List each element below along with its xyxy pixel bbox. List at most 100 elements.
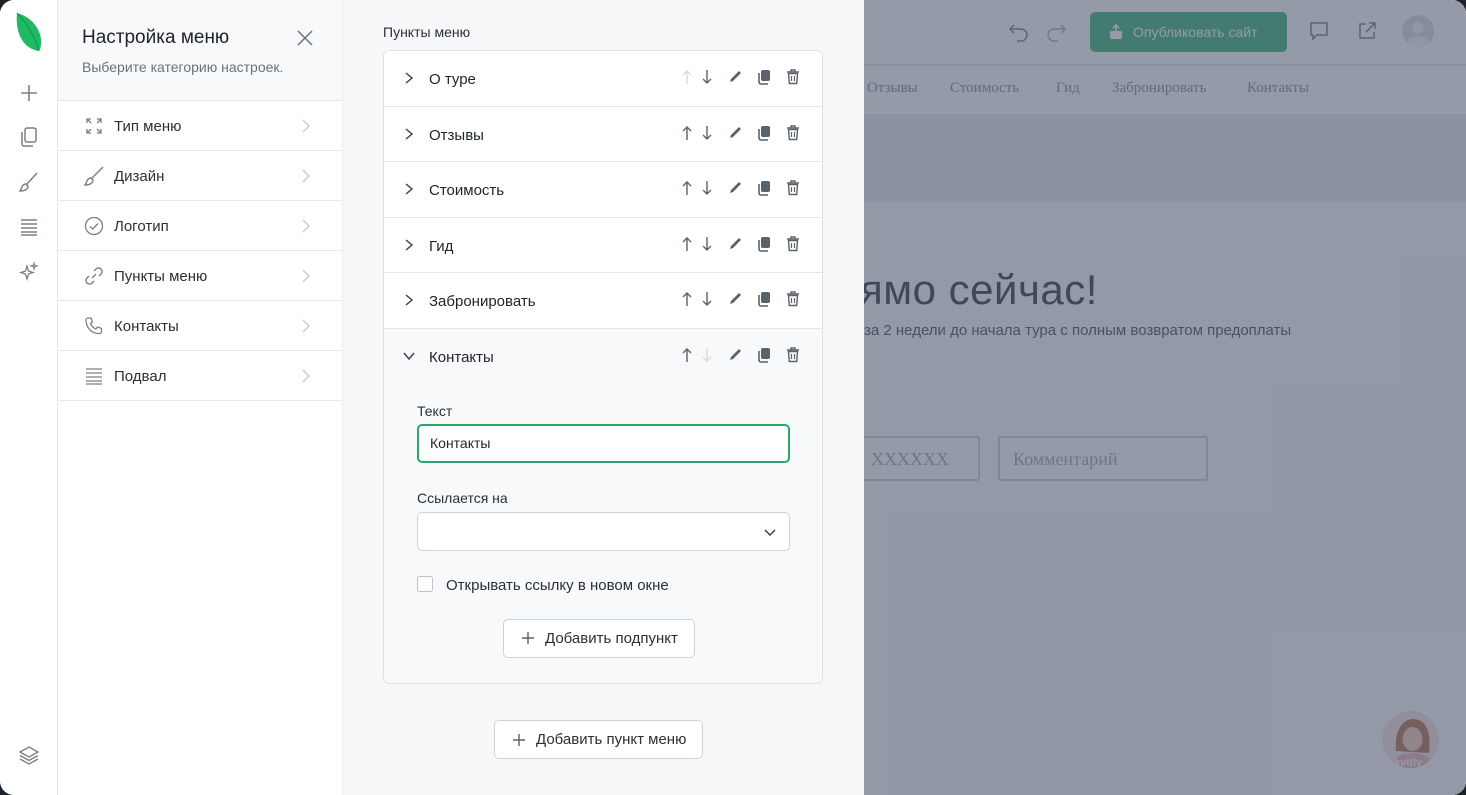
chevron-right-icon [302, 119, 310, 133]
category-menu-items[interactable]: Пункты меню [58, 251, 342, 301]
chevron-right-icon [302, 169, 310, 183]
category-label: Подвал [114, 368, 167, 385]
arrow-down-icon[interactable] [699, 178, 715, 198]
category-contacts[interactable]: Контакты [58, 301, 342, 351]
chevron-right-icon [302, 269, 310, 283]
arrow-up-icon[interactable] [679, 178, 695, 198]
pencil-icon[interactable] [727, 178, 743, 198]
arrow-down-icon[interactable] [699, 67, 715, 87]
duplicate-icon[interactable] [756, 123, 772, 143]
chevron-right-icon[interactable] [403, 182, 415, 196]
menu-item-label: Контакты [429, 348, 494, 366]
menu-item[interactable]: Стоимость [384, 162, 822, 218]
panel-title: Настройка меню [82, 27, 230, 48]
site-nav-item[interactable]: Гид [1056, 80, 1080, 97]
arrow-down-icon[interactable] [699, 234, 715, 254]
editor-topbar: Опубликовать сайт [864, 0, 1466, 65]
chevron-right-icon[interactable] [403, 293, 415, 307]
plus-icon[interactable] [16, 80, 42, 106]
site-paragraph: за 2 недели до начала тура с полным возв… [864, 322, 1292, 339]
category-menu-type[interactable]: Тип меню [58, 101, 342, 151]
new-window-checkbox[interactable] [417, 575, 433, 592]
layers-icon[interactable] [16, 742, 42, 768]
comment-icon[interactable] [1308, 20, 1330, 42]
category-logo[interactable]: Логотип [58, 201, 342, 251]
pages-icon[interactable] [16, 124, 42, 150]
publish-icon [1110, 24, 1122, 39]
add-menu-item-label: Добавить пункт меню [536, 731, 687, 748]
phone-input[interactable]: XXXXXX [864, 436, 980, 481]
leaf-logo[interactable] [15, 11, 43, 53]
duplicate-icon[interactable] [756, 345, 772, 365]
arrow-up-icon[interactable] [679, 234, 695, 254]
menu-item[interactable]: О туре [384, 51, 822, 107]
menu-item-expanded: Контакты Текст Ссылается на Открывать сс… [384, 328, 822, 683]
pencil-icon[interactable] [727, 234, 743, 254]
menu-item[interactable]: Забронировать [384, 273, 822, 329]
panel-subtitle: Выберите категорию настроек. [82, 59, 284, 75]
site-nav: Отзывы Стоимость Гид Забронировать Конта… [864, 66, 1466, 114]
category-label: Пункты меню [114, 268, 208, 285]
comment-input[interactable]: Комментарий [998, 436, 1208, 481]
duplicate-icon[interactable] [756, 178, 772, 198]
arrow-down-icon[interactable] [699, 289, 715, 309]
menu-item-text-input[interactable] [417, 423, 790, 463]
redo-icon[interactable] [1045, 20, 1067, 42]
menu-item[interactable]: Отзывы [384, 106, 822, 162]
menu-item-label: Забронировать [429, 293, 536, 310]
trash-icon[interactable] [785, 234, 801, 254]
chevron-right-icon [302, 219, 310, 233]
close-icon[interactable] [295, 28, 315, 48]
add-subitem-button[interactable]: Добавить подпункт [503, 618, 695, 658]
expand-icon [83, 115, 105, 137]
chevron-right-icon[interactable] [403, 127, 415, 141]
external-link-icon[interactable] [1356, 20, 1378, 42]
editor-title: Пункты меню [383, 24, 471, 40]
sections-icon[interactable] [16, 214, 42, 240]
trash-icon[interactable] [785, 67, 801, 87]
trash-icon[interactable] [785, 178, 801, 198]
menu-items-list: О туре Отзывы Стоимость Гид Забронироват… [383, 50, 823, 684]
site-nav-item[interactable]: Отзывы [867, 80, 918, 97]
pencil-icon[interactable] [727, 67, 743, 87]
check-circle-icon [83, 215, 105, 237]
category-footer[interactable]: Подвал [58, 351, 342, 401]
site-heading: ямо сейчас! [864, 266, 1098, 313]
user-avatar[interactable] [1402, 15, 1434, 47]
publish-site-button[interactable]: Опубликовать сайт [1090, 12, 1287, 52]
trash-icon[interactable] [785, 345, 801, 365]
sparkle-icon[interactable] [16, 259, 42, 285]
trash-icon[interactable] [785, 123, 801, 143]
brush-icon [83, 165, 105, 187]
trash-icon[interactable] [785, 289, 801, 309]
brush-icon[interactable] [16, 169, 42, 195]
menu-item[interactable]: Гид [384, 217, 822, 273]
site-nav-item[interactable]: Стоимость [950, 80, 1019, 97]
chevron-right-icon [302, 369, 310, 383]
undo-icon[interactable] [1008, 20, 1030, 42]
category-label: Контакты [114, 318, 179, 335]
pencil-icon[interactable] [727, 123, 743, 143]
link-target-select[interactable] [417, 511, 790, 551]
category-label: Дизайн [114, 168, 165, 185]
link-field-label: Ссылается на [417, 489, 508, 506]
chevron-down-icon[interactable] [403, 349, 415, 363]
duplicate-icon[interactable] [756, 67, 772, 87]
pencil-icon[interactable] [727, 345, 743, 365]
arrow-up-icon[interactable] [679, 289, 695, 309]
support-chat-avatar[interactable]: kvitly [1380, 709, 1441, 770]
category-label: Логотип [114, 218, 169, 235]
chevron-right-icon[interactable] [403, 71, 415, 85]
site-body: ямо сейчас! за 2 недели до начала тура с… [864, 201, 1466, 795]
site-nav-item[interactable]: Контакты [1247, 80, 1309, 97]
arrow-up-icon[interactable] [679, 345, 695, 365]
pencil-icon[interactable] [727, 289, 743, 309]
duplicate-icon[interactable] [756, 234, 772, 254]
duplicate-icon[interactable] [756, 289, 772, 309]
arrow-down-icon[interactable] [699, 123, 715, 143]
category-design[interactable]: Дизайн [58, 151, 342, 201]
arrow-up-icon[interactable] [679, 123, 695, 143]
chevron-right-icon[interactable] [403, 238, 415, 252]
add-menu-item-button[interactable]: Добавить пункт меню [494, 720, 704, 759]
site-nav-item[interactable]: Забронировать [1112, 80, 1206, 97]
